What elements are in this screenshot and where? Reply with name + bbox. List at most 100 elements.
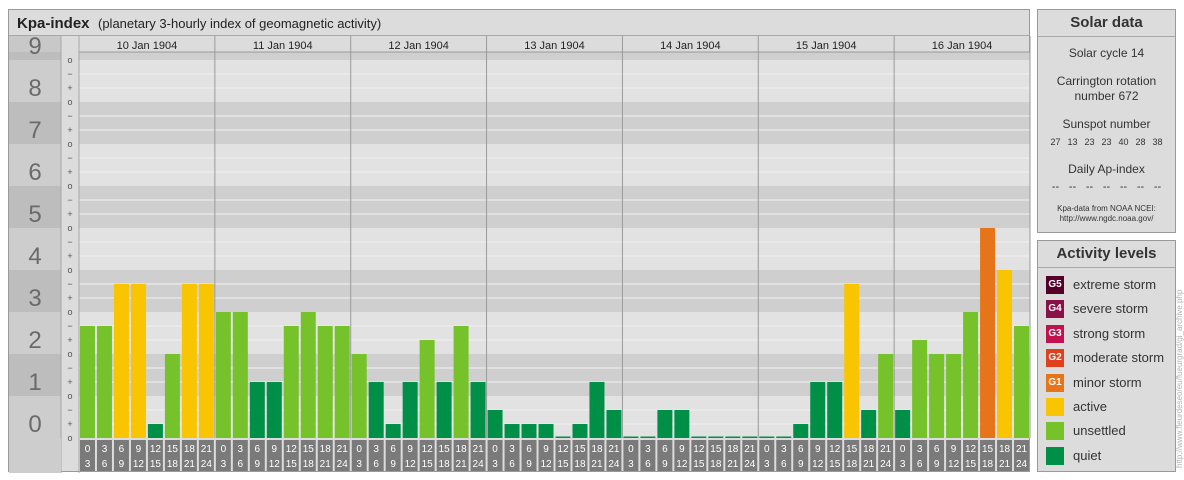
interval-start-label: 6 bbox=[255, 444, 261, 455]
interval-end-label: 12 bbox=[948, 459, 960, 470]
kp-bar bbox=[317, 325, 333, 438]
interval-end-label: 21 bbox=[591, 459, 603, 470]
y-minor-label: o bbox=[67, 223, 72, 233]
kp-bar bbox=[742, 436, 758, 438]
interval-end-label: 9 bbox=[798, 459, 804, 470]
activity-levels-title: Activity levels bbox=[1038, 241, 1175, 268]
interval-start-label: 12 bbox=[693, 444, 705, 455]
interval-start-label: 6 bbox=[662, 444, 668, 455]
level-swatch-g5: G5 bbox=[1046, 276, 1064, 294]
kp-bar bbox=[827, 382, 843, 438]
interval-start-label: 12 bbox=[150, 444, 162, 455]
day-label: 14 Jan 1904 bbox=[660, 40, 721, 52]
y-minor-label: o bbox=[67, 307, 72, 317]
kp-bar bbox=[504, 424, 520, 438]
interval-end-label: 21 bbox=[456, 459, 468, 470]
interval-start-label: 6 bbox=[934, 444, 940, 455]
y-minor-label: o bbox=[67, 391, 72, 401]
interval-end-label: 3 bbox=[85, 459, 91, 470]
interval-start-label: 3 bbox=[509, 444, 515, 455]
source-link[interactable]: http://www.ngdc.noaa.gov/ bbox=[1038, 214, 1175, 223]
interval-start-label: 15 bbox=[167, 444, 179, 455]
interval-start-label: 6 bbox=[798, 444, 804, 455]
interval-end-label: 18 bbox=[574, 459, 586, 470]
kp-bar bbox=[351, 354, 367, 438]
sunspot-label: Sunspot number bbox=[1062, 117, 1151, 131]
interval-start-label: 0 bbox=[356, 444, 362, 455]
y-minor-label: o bbox=[67, 181, 72, 191]
day-label: 15 Jan 1904 bbox=[796, 40, 857, 52]
interval-end-label: 3 bbox=[900, 459, 906, 470]
interval-start-label: 3 bbox=[917, 444, 923, 455]
kp-bar bbox=[368, 382, 384, 438]
y-minor-label: o bbox=[67, 139, 72, 149]
interval-start-label: 6 bbox=[526, 444, 532, 455]
interval-start-label: 18 bbox=[456, 444, 468, 455]
level-swatch-quiet bbox=[1046, 447, 1064, 465]
solar-data-panel: Solar data Solar cycle 14 Carrington rot… bbox=[1037, 9, 1176, 233]
kp-bar bbox=[1014, 325, 1029, 438]
solar-cycle: Solar cycle 14 bbox=[1068, 46, 1145, 60]
level-label: unsettled bbox=[1073, 423, 1126, 438]
interval-start-label: 12 bbox=[422, 444, 434, 455]
day-label: 12 Jan 1904 bbox=[388, 40, 449, 52]
interval-end-label: 18 bbox=[710, 459, 722, 470]
kp-bar bbox=[657, 409, 673, 438]
interval-start-label: 15 bbox=[574, 444, 586, 455]
sunspot-value: 23 bbox=[1084, 137, 1095, 147]
y-tick-label: 5 bbox=[28, 201, 41, 228]
chart-subtitle: (planetary 3-hourly index of geomagnetic… bbox=[98, 16, 382, 31]
carrington-line-2: number 672 bbox=[1074, 89, 1139, 103]
day-label: 13 Jan 1904 bbox=[524, 40, 585, 52]
interval-end-label: 6 bbox=[238, 459, 244, 470]
ap-label: Daily Ap-index bbox=[1068, 162, 1145, 176]
kp-bar bbox=[249, 382, 265, 438]
y-minor-label: + bbox=[67, 293, 72, 303]
interval-end-label: 18 bbox=[846, 459, 858, 470]
y-tick-label: 9 bbox=[28, 33, 41, 60]
kp-bar bbox=[419, 340, 435, 438]
watermark-url: http://www.fleurdeseo/eu/fueurgrad/gi_ar… bbox=[1175, 289, 1184, 468]
y-minor-label: o bbox=[67, 433, 72, 443]
ap-values: -- -- -- -- -- -- -- bbox=[1038, 181, 1175, 193]
y-minor-label: o bbox=[67, 265, 72, 275]
solar-data-title: Solar data bbox=[1038, 10, 1175, 37]
interval-start-label: 18 bbox=[999, 444, 1011, 455]
kp-bar bbox=[453, 325, 469, 438]
interval-end-label: 15 bbox=[286, 459, 298, 470]
kp-bar bbox=[470, 382, 486, 438]
interval-start-label: 9 bbox=[679, 444, 685, 455]
kp-bar bbox=[334, 325, 350, 438]
kpa-chart-panel: 0 1 2 3 4 5 6 7 8 9 o + − o + − o + − o + − o + − o + − o + − o + − o + − o 10… bbox=[8, 9, 1031, 473]
interval-end-label: 24 bbox=[880, 459, 892, 470]
sunspot-values: 27 13 23 23 40 28 38 bbox=[1038, 137, 1175, 147]
interval-start-label: 21 bbox=[744, 444, 756, 455]
ap-value: -- bbox=[1153, 181, 1162, 193]
y-band bbox=[79, 144, 1030, 186]
interval-end-label: 24 bbox=[608, 459, 620, 470]
interval-end-label: 9 bbox=[526, 459, 532, 470]
interval-end-label: 24 bbox=[337, 459, 349, 470]
interval-start-label: 12 bbox=[286, 444, 298, 455]
kp-bar bbox=[402, 382, 418, 438]
y-tick-label: 8 bbox=[28, 75, 41, 102]
interval-start-label: 9 bbox=[951, 444, 957, 455]
interval-start-label: 3 bbox=[781, 444, 787, 455]
ap-value: -- bbox=[1051, 181, 1060, 193]
interval-end-label: 9 bbox=[119, 459, 125, 470]
y-minor-label: o bbox=[67, 55, 72, 65]
interval-end-label: 6 bbox=[645, 459, 651, 470]
level-swatch-unsettled bbox=[1046, 422, 1064, 440]
kp-bar bbox=[708, 436, 724, 438]
interval-start-label: 6 bbox=[119, 444, 125, 455]
y-minor-label: + bbox=[67, 125, 72, 135]
interval-start-label: 15 bbox=[846, 444, 858, 455]
chart-title-bar: Kpa-index (planetary 3-hourly index of g… bbox=[9, 10, 1029, 36]
interval-start-label: 9 bbox=[543, 444, 549, 455]
kp-bar bbox=[589, 382, 605, 438]
interval-end-label: 12 bbox=[812, 459, 824, 470]
interval-end-label: 9 bbox=[390, 459, 396, 470]
y-minor-label: + bbox=[67, 251, 72, 261]
y-tick-label: 0 bbox=[28, 411, 41, 438]
level-label: minor storm bbox=[1073, 375, 1142, 390]
